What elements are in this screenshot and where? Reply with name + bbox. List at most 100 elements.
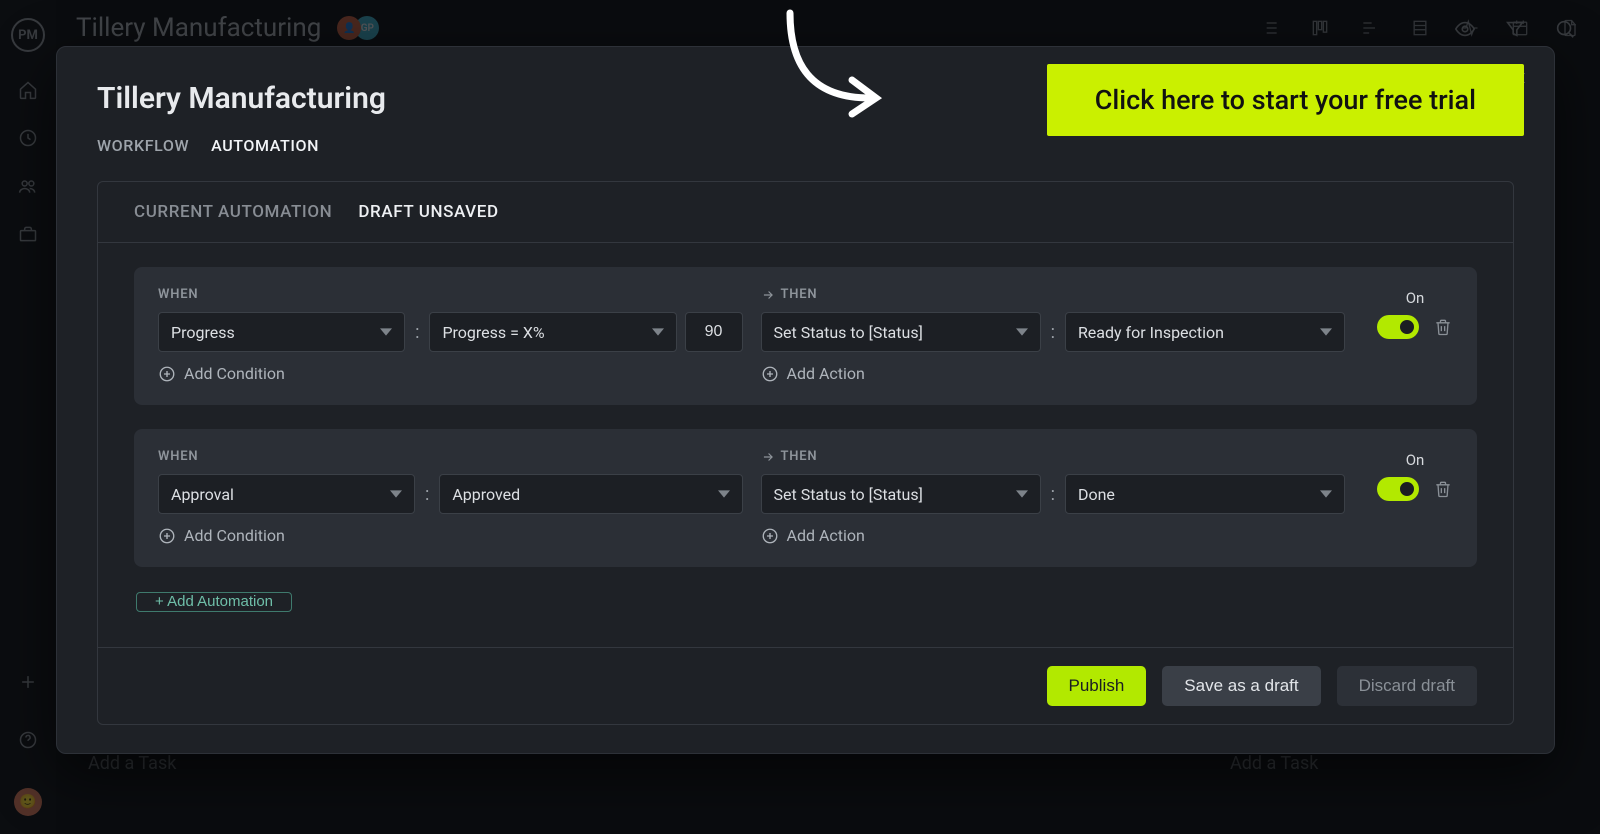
chevron-down-icon — [1320, 326, 1332, 338]
free-trial-cta[interactable]: Click here to start your free trial — [1047, 64, 1524, 136]
panel-tab-draft[interactable]: DRAFT UNSAVED — [358, 202, 498, 222]
discard-draft-button[interactable]: Discard draft — [1337, 666, 1477, 706]
chevron-down-icon — [1320, 488, 1332, 500]
when-label: WHEN — [158, 287, 743, 302]
panel-footer: Publish Save as a draft Discard draft — [98, 647, 1513, 724]
when-operator-value: Progress = X% — [442, 323, 544, 342]
modal-tabs: WORKFLOW AUTOMATION — [97, 136, 1514, 155]
toggle-label: On — [1406, 289, 1425, 307]
when-operator-select[interactable]: Approved — [439, 474, 742, 514]
plus-circle-icon — [761, 527, 779, 545]
publish-button[interactable]: Publish — [1047, 666, 1147, 706]
then-value-value: Ready for Inspection — [1078, 323, 1224, 342]
then-value-value: Done — [1078, 485, 1115, 504]
list-icon — [1260, 18, 1280, 38]
then-action-select[interactable]: Set Status to [Status] — [761, 312, 1041, 352]
save-draft-button[interactable]: Save as a draft — [1162, 666, 1320, 706]
when-label: WHEN — [158, 449, 743, 464]
chevron-down-icon — [390, 488, 402, 500]
bg-add-task-right: Add a Task — [1230, 753, 1318, 774]
panel-tabs: CURRENT AUTOMATION DRAFT UNSAVED — [98, 182, 1513, 243]
avatar-pair: 👤 GP — [337, 16, 379, 40]
separator: : — [413, 322, 421, 343]
add-condition-button[interactable]: Add Condition — [158, 526, 743, 545]
toggle-label: On — [1406, 451, 1425, 469]
chevron-down-icon — [718, 488, 730, 500]
trash-icon[interactable] — [1433, 478, 1453, 500]
then-action-value: Set Status to [Status] — [774, 485, 923, 504]
then-value-select[interactable]: Ready for Inspection — [1065, 312, 1345, 352]
add-condition-label: Add Condition — [184, 526, 285, 545]
when-field-value: Approval — [171, 485, 234, 504]
separator: : — [1049, 322, 1057, 343]
separator: : — [423, 484, 431, 505]
bg-add-task-left: Add a Task — [88, 753, 176, 774]
board-icon — [1310, 18, 1330, 38]
chevron-down-icon — [1016, 488, 1028, 500]
panel-tab-current[interactable]: CURRENT AUTOMATION — [134, 202, 332, 222]
pm-logo: PM — [11, 18, 45, 52]
gantt-icon — [1360, 18, 1380, 38]
avatar-2: GP — [355, 16, 379, 40]
automation-card: WHEN Progress : Progress = X% — [134, 267, 1477, 405]
when-column: WHEN Progress : Progress = X% — [158, 287, 743, 383]
when-value-input[interactable] — [685, 312, 743, 352]
separator: : — [1049, 484, 1057, 505]
sheet-icon — [1410, 18, 1430, 38]
search-icon — [1554, 18, 1576, 40]
then-column: THEN Set Status to [Status] : Done — [761, 449, 1346, 545]
plus-circle-icon — [158, 365, 176, 383]
add-automation-button[interactable]: + Add Automation — [136, 592, 292, 612]
then-action-value: Set Status to [Status] — [774, 323, 923, 342]
plus-circle-icon — [158, 527, 176, 545]
app-sidebar: PM 🙂 — [0, 0, 56, 834]
when-field-select[interactable]: Approval — [158, 474, 415, 514]
chevron-down-icon — [652, 326, 664, 338]
then-label: THEN — [761, 449, 1346, 464]
app-title: Tillery Manufacturing — [76, 13, 321, 43]
add-action-label: Add Action — [787, 526, 865, 545]
filter-icon — [1504, 18, 1526, 40]
chevron-down-icon — [380, 326, 392, 338]
calendar-icon — [1510, 18, 1530, 38]
add-action-button[interactable]: Add Action — [761, 526, 1346, 545]
enable-toggle[interactable] — [1377, 315, 1419, 339]
add-action-button[interactable]: Add Action — [761, 364, 1346, 383]
trash-icon[interactable] — [1433, 316, 1453, 338]
add-condition-button[interactable]: Add Condition — [158, 364, 743, 383]
automation-card: WHEN Approval : Approved — [134, 429, 1477, 567]
toolbar-center-icons — [1260, 18, 1580, 38]
plus-icon — [18, 672, 38, 692]
when-operator-value: Approved — [452, 485, 520, 504]
then-column: THEN Set Status to [Status] : Ready for … — [761, 287, 1346, 383]
help-icon — [18, 730, 38, 750]
automation-modal: Tillery Manufacturing WORKFLOW AUTOMATIO… — [56, 46, 1555, 754]
clock-icon — [18, 128, 38, 148]
automation-controls: On — [1377, 449, 1453, 501]
tab-workflow[interactable]: WORKFLOW — [97, 136, 189, 155]
file-icon — [1560, 18, 1580, 38]
toolbar-right-icons — [1454, 18, 1576, 40]
chevron-down-icon — [1016, 326, 1028, 338]
then-value-select[interactable]: Done — [1065, 474, 1345, 514]
tab-automation[interactable]: AUTOMATION — [211, 136, 319, 155]
panel-body: WHEN Progress : Progress = X% — [98, 243, 1513, 647]
add-condition-label: Add Condition — [184, 364, 285, 383]
when-operator-select[interactable]: Progress = X% — [429, 312, 676, 352]
automation-controls: On — [1377, 287, 1453, 339]
when-field-select[interactable]: Progress — [158, 312, 405, 352]
then-label: THEN — [761, 287, 1346, 302]
briefcase-icon — [18, 224, 38, 244]
then-action-select[interactable]: Set Status to [Status] — [761, 474, 1041, 514]
home-icon — [18, 80, 38, 100]
enable-toggle[interactable] — [1377, 477, 1419, 501]
add-action-label: Add Action — [787, 364, 865, 383]
eye-icon — [1454, 18, 1476, 40]
activity-icon — [1460, 18, 1480, 38]
arrow-right-icon — [761, 450, 775, 464]
user-avatar: 🙂 — [14, 788, 42, 816]
when-field-value: Progress — [171, 323, 235, 342]
plus-circle-icon — [761, 365, 779, 383]
arrow-right-icon — [761, 288, 775, 302]
automation-panel: CURRENT AUTOMATION DRAFT UNSAVED WHEN Pr… — [97, 181, 1514, 725]
